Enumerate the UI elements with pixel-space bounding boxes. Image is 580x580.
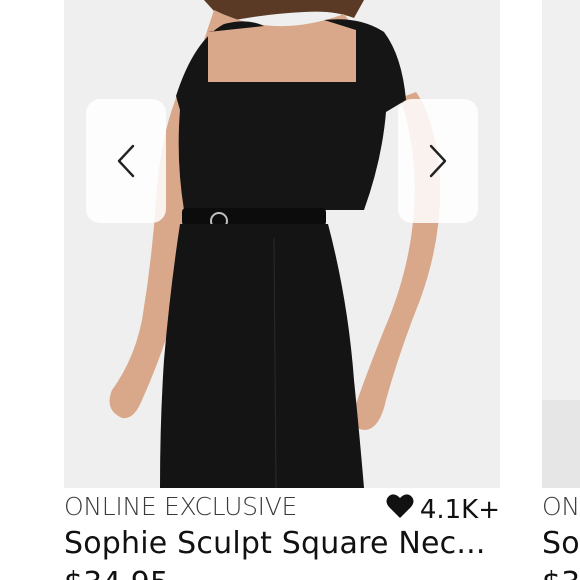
next-product-info: ON So $3 xyxy=(542,488,580,580)
product-carousel: ONLINE EXCLUSIVE 4.1K+ Sophie Sculpt Squ… xyxy=(0,0,580,580)
product-price: $34.95 xyxy=(64,566,169,580)
next-product-tag: ON xyxy=(542,492,580,521)
product-tag: ONLINE EXCLUSIVE xyxy=(64,492,298,521)
product-photo-illustration xyxy=(64,0,500,488)
next-product-photo-illustration xyxy=(542,0,580,488)
previous-image-button[interactable] xyxy=(86,99,166,223)
chevron-left-icon xyxy=(115,143,137,179)
product-card[interactable]: ONLINE EXCLUSIVE 4.1K+ Sophie Sculpt Squ… xyxy=(64,0,500,580)
favorite-count: 4.1K+ xyxy=(419,494,500,525)
product-image[interactable] xyxy=(64,0,500,488)
next-product-price: $3 xyxy=(542,566,580,580)
chevron-right-icon xyxy=(427,143,449,179)
next-image-button[interactable] xyxy=(398,99,478,223)
product-title[interactable]: Sophie Sculpt Square Nec... xyxy=(64,526,500,561)
product-info: ONLINE EXCLUSIVE 4.1K+ Sophie Sculpt Squ… xyxy=(64,488,500,580)
favorite-button[interactable]: 4.1K+ xyxy=(386,493,500,526)
next-product-title[interactable]: So xyxy=(542,526,580,561)
heart-icon xyxy=(386,493,414,526)
next-product-card[interactable]: ON So $3 xyxy=(542,0,580,580)
next-product-image[interactable] xyxy=(542,0,580,488)
